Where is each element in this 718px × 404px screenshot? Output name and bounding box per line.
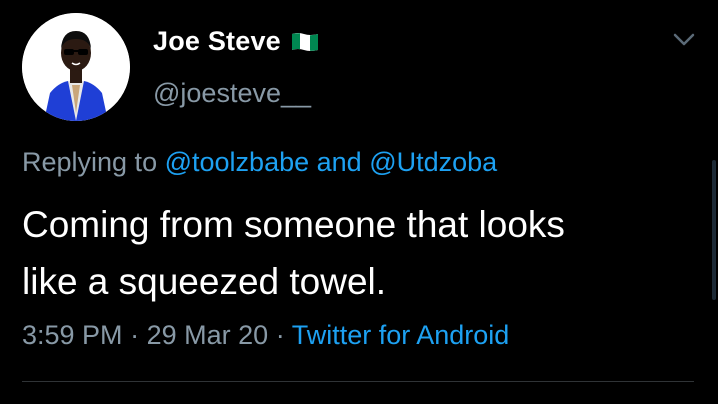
tweet-time[interactable]: 3:59 PM (22, 320, 123, 350)
tweet-meta: 3:59 PM · 29 Mar 20 · Twitter for Androi… (22, 320, 509, 351)
mention-conjunction: and (316, 147, 362, 177)
scrollbar[interactable] (712, 160, 716, 300)
meta-separator: · (275, 320, 285, 350)
tweet-date[interactable]: 29 Mar 20 (147, 320, 269, 350)
tweet-source-link[interactable]: Twitter for Android (292, 320, 510, 350)
mention-link[interactable]: @Utdzoba (369, 147, 497, 177)
meta-separator: · (130, 320, 140, 350)
chevron-down-icon[interactable] (672, 32, 696, 48)
avatar[interactable] (22, 13, 130, 121)
tweet-text-line: like a squeezed towel. (22, 261, 387, 302)
replying-to-label: Replying to (22, 147, 158, 177)
nigeria-flag-icon (291, 32, 318, 51)
user-handle[interactable]: @joesteve__ (153, 78, 311, 109)
display-name[interactable]: Joe Steve (153, 26, 281, 57)
tweet-text-line: Coming from someone that looks (22, 204, 565, 245)
replying-to-line: Replying to @toolzbabe and @Utdzoba (22, 147, 497, 178)
author-row: Joe Steve (153, 26, 320, 57)
mention-link[interactable]: @toolzbabe (165, 147, 310, 177)
tweet-text: Coming from someone that looks like a sq… (22, 196, 702, 310)
cartoon-avatar-icon (22, 13, 130, 121)
divider (22, 381, 694, 382)
